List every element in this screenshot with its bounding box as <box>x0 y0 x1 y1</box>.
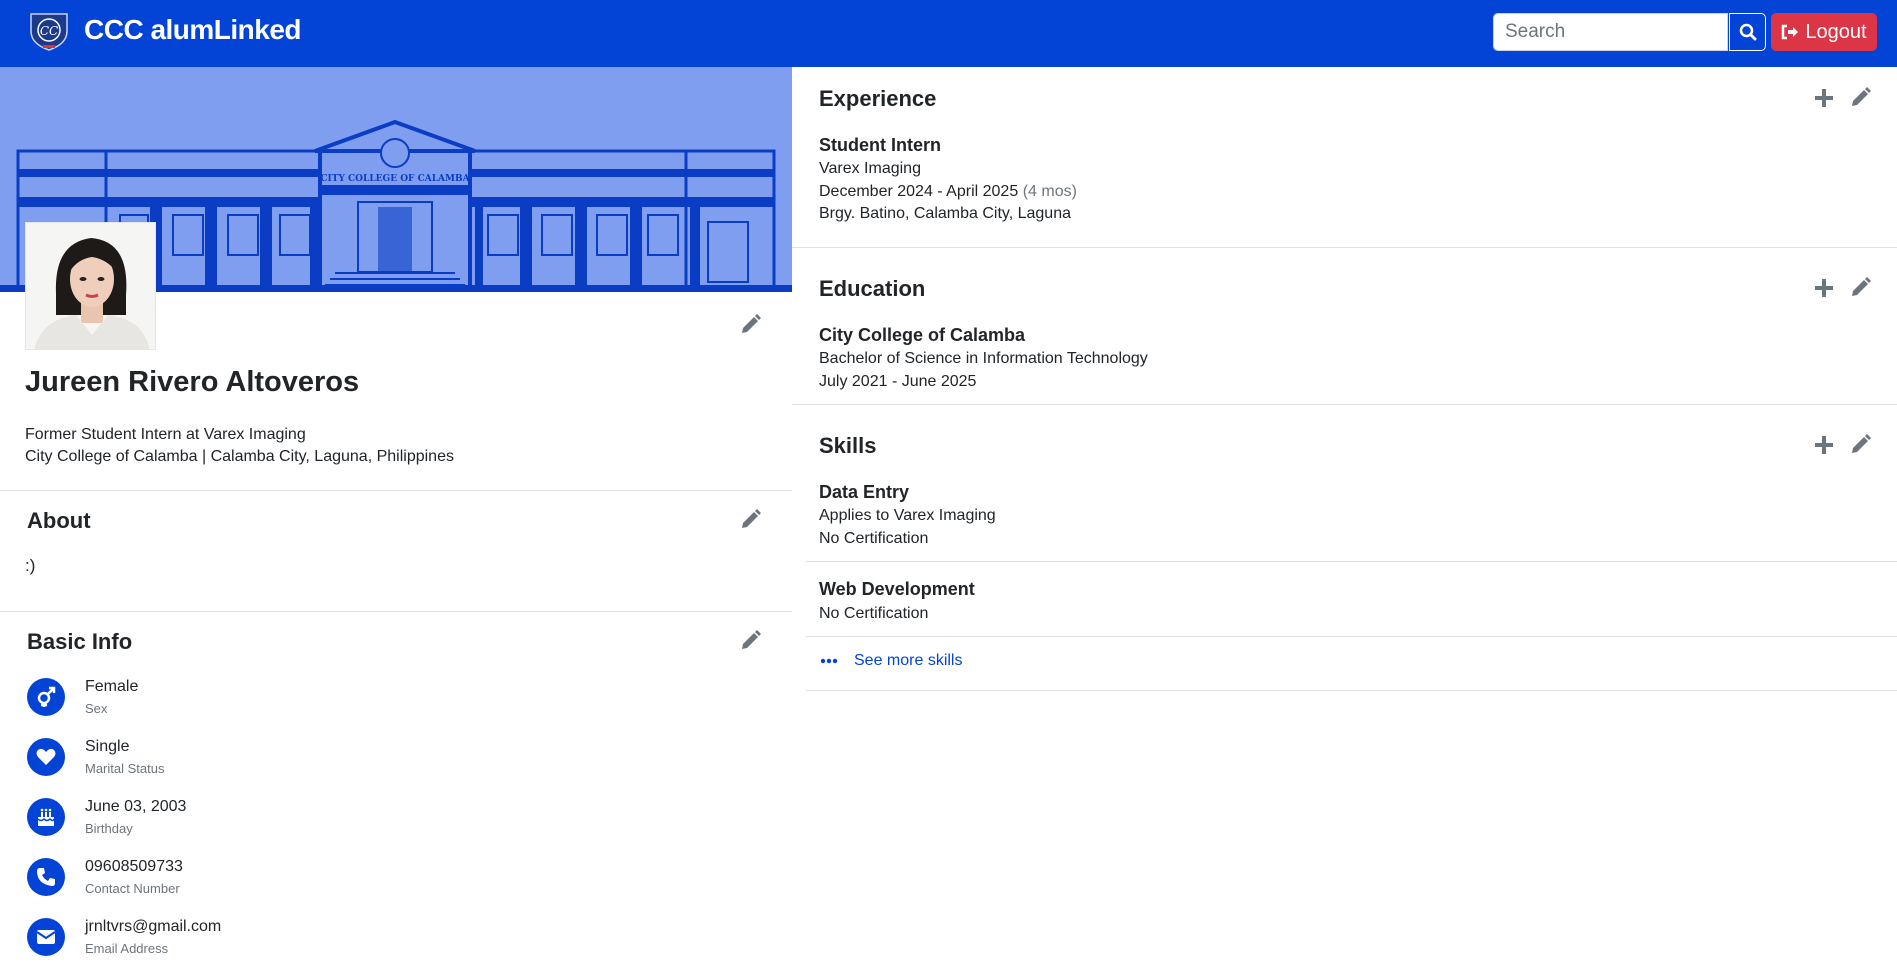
edit-experience-pencil-icon[interactable] <box>1849 87 1871 109</box>
edit-about-pencil-icon[interactable] <box>739 509 761 531</box>
education-title: Education <box>819 276 926 301</box>
profile-name: Jureen Rivero Altoveros <box>25 366 360 398</box>
divider <box>806 561 1897 562</box>
edit-skills-pencil-icon[interactable] <box>1849 434 1871 456</box>
school-logo-icon[interactable]: CC <box>27 11 71 51</box>
heart-icon <box>27 738 65 776</box>
search-input[interactable] <box>1493 13 1728 51</box>
divider <box>0 490 792 491</box>
see-more-skills-label: See more skills <box>854 652 963 669</box>
divider <box>792 404 1897 405</box>
divider <box>792 247 1897 248</box>
education-dates: July 2021 - June 2025 <box>819 373 977 390</box>
contact-number-value: 09608509733 <box>85 858 183 875</box>
email-label: Email Address <box>85 941 169 956</box>
sign-out-icon <box>1782 24 1799 40</box>
basic-info-title: Basic Info <box>27 629 133 654</box>
profile-avatar[interactable] <box>25 222 156 350</box>
brand-name[interactable]: CCC alumLinked <box>84 14 302 46</box>
experience-company: Varex Imaging <box>819 160 921 177</box>
experience-dates: December 2024 - April 2025 <box>819 183 1019 200</box>
cover-school-sign: CITY COLLEGE OF CALAMBA <box>320 174 470 184</box>
contact-number-label: Contact Number <box>85 881 180 896</box>
search-icon <box>1739 23 1756 41</box>
experience-dates-line: December 2024 - April 2025 (4 mos) <box>819 183 1077 201</box>
divider <box>0 611 792 612</box>
skill-applies-to: Applies to Varex Imaging <box>819 507 996 524</box>
profile-location: City College of Calamba | Calamba City, … <box>25 448 454 465</box>
divider <box>806 690 1897 691</box>
experience-duration: (4 mos) <box>1022 183 1077 200</box>
skill-name: Web Development <box>819 579 975 599</box>
edit-basic-info-pencil-icon[interactable] <box>739 630 761 652</box>
education-degree: Bachelor of Science in Information Techn… <box>819 350 1148 367</box>
email-value: jrnltvrs@gmail.com <box>85 918 222 935</box>
logout-label: Logout <box>1805 20 1867 43</box>
add-education-plus-icon[interactable] <box>1813 277 1835 299</box>
search-button[interactable] <box>1729 13 1766 51</box>
skill-certification: No Certification <box>819 605 929 622</box>
profile-headline: Former Student Intern at Varex Imaging <box>25 426 306 443</box>
skill-name: Data Entry <box>819 482 910 502</box>
svg-text:CC: CC <box>40 24 58 38</box>
about-text: :) <box>25 556 36 575</box>
phone-icon <box>27 858 65 896</box>
divider <box>806 636 1897 637</box>
experience-title: Experience <box>819 86 937 111</box>
top-navbar: CC CCC alumLinked Logout <box>0 0 1897 67</box>
birthday-label: Birthday <box>85 821 133 836</box>
cake-icon <box>27 798 65 836</box>
education-school: City College of Calamba <box>819 325 1026 345</box>
edit-education-pencil-icon[interactable] <box>1849 277 1871 299</box>
add-skill-plus-icon[interactable] <box>1813 434 1835 456</box>
experience-address: Brgy. Batino, Calamba City, Laguna <box>819 205 1071 222</box>
marital-status-value: Single <box>85 738 130 755</box>
about-title: About <box>27 508 91 533</box>
see-more-skills-link[interactable]: See more skills <box>820 652 962 670</box>
experience-position: Student Intern <box>819 135 941 155</box>
marital-status-label: Marital Status <box>85 761 165 776</box>
birthday-value: June 03, 2003 <box>85 798 187 815</box>
add-experience-plus-icon[interactable] <box>1813 87 1835 109</box>
envelope-icon <box>27 918 65 956</box>
logout-button[interactable]: Logout <box>1771 13 1877 51</box>
sex-value: Female <box>85 678 139 695</box>
skills-title: Skills <box>819 433 877 458</box>
gender-icon <box>27 678 65 716</box>
sex-label: Sex <box>85 701 108 716</box>
ellipsis-icon <box>820 658 838 664</box>
skill-certification: No Certification <box>819 530 929 547</box>
edit-profile-pencil-icon[interactable] <box>739 314 761 336</box>
